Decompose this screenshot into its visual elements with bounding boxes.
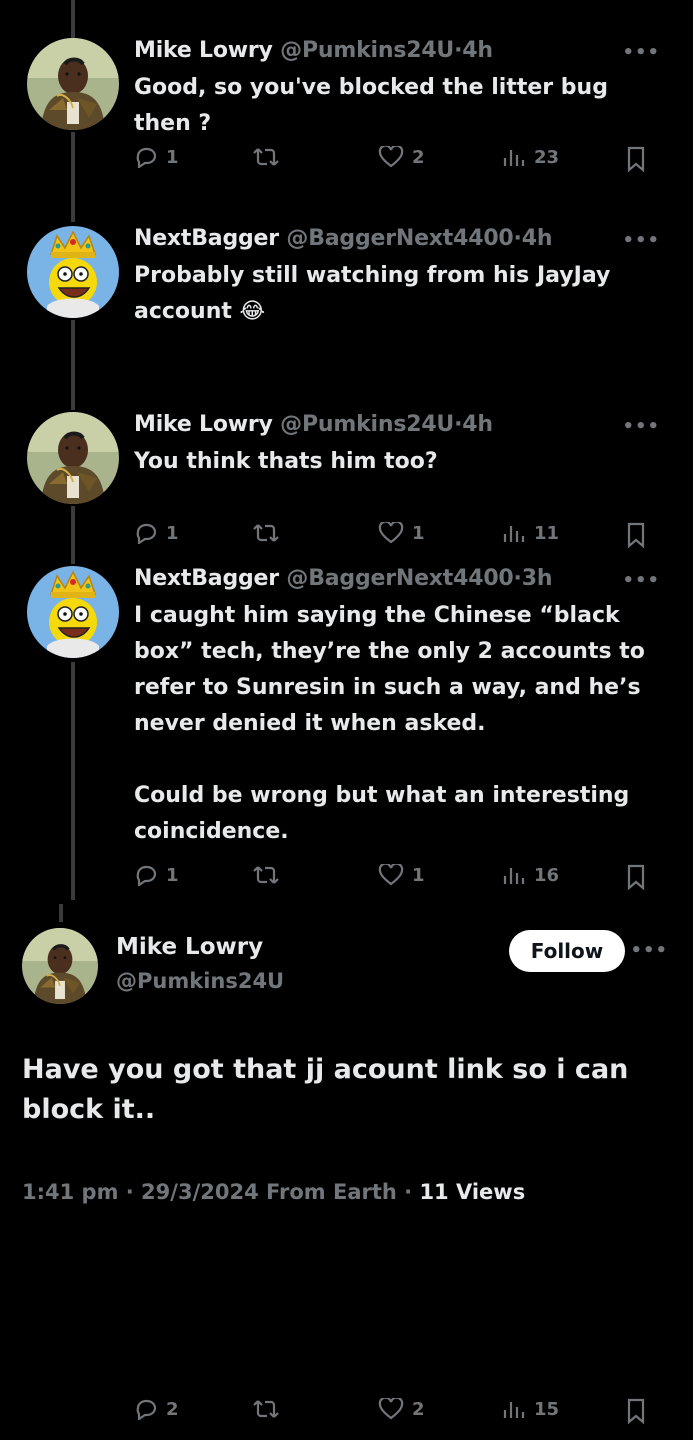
reply-button[interactable]: 1 [134,146,179,168]
author-name[interactable]: Mike Lowry [116,934,263,960]
like-button[interactable]: 2 [378,1398,425,1420]
author-name[interactable]: Mike Lowry [134,412,273,437]
like-button[interactable]: 2 [378,146,425,168]
reply-icon [134,146,158,168]
retweet-icon [252,1398,280,1420]
timestamp[interactable]: 4h [462,412,493,437]
views-icon [502,1398,526,1420]
reply-button[interactable]: 2 [134,1398,179,1420]
more-icon[interactable]: ••• [622,42,660,63]
tweet-text: Probably still watching from his JayJay … [134,263,619,324]
reply-count: 1 [166,146,179,168]
author-handle[interactable]: @Pumkins24U [280,412,454,437]
timestamp-source: 1:41 pm · 29/3/2024 From Earth · [22,1180,420,1204]
bookmark-button[interactable] [626,1398,646,1424]
timestamp[interactable]: 4h [462,38,493,63]
views-icon [502,146,526,168]
tweet-text: Have you got that jj acount link so i ca… [22,1054,629,1125]
retweet-icon [252,146,280,168]
bookmark-icon [626,1398,646,1424]
tweet-text: I caught him saying the Chinese “black b… [134,603,645,844]
views-button[interactable]: 23 [502,146,560,168]
bookmark-button[interactable] [626,146,646,172]
like-count: 2 [412,146,425,168]
more-icon[interactable]: ••• [630,940,668,961]
views-button[interactable]: 15 [502,1398,560,1420]
reply-tweet[interactable]: Mike Lowry @Pumkins24U·4h ••• Good, so y… [0,38,693,188]
tweet-header: NextBagger @BaggerNext4400·3h [134,566,552,591]
tweet-meta: 1:41 pm · 29/3/2024 From Earth · 11 View… [22,1180,525,1204]
author-handle[interactable]: @BaggerNext4400 [286,566,513,591]
separator: · [513,566,522,591]
more-icon[interactable]: ••• [622,230,660,251]
author-name[interactable]: Mike Lowry [134,38,273,63]
view-count[interactable]: 11 Views [419,1180,525,1204]
action-bar: 1 2 23 [134,146,654,184]
retweet-button[interactable] [252,1400,288,1420]
timestamp[interactable]: 4h [522,226,553,251]
separator: · [513,226,522,251]
more-icon[interactable]: ••• [622,416,660,437]
view-count: 23 [534,146,560,168]
reply-icon [134,1398,158,1420]
avatar[interactable] [22,928,98,1004]
retweet-button[interactable] [252,148,288,168]
tweet-header: Mike Lowry @Pumkins24U·4h [134,38,493,63]
view-count: 15 [534,1398,560,1420]
more-icon[interactable]: ••• [622,570,660,591]
author-handle[interactable]: @Pumkins24U [280,38,454,63]
tweet-header: Mike Lowry @Pumkins24U·4h [134,412,493,437]
reply-tweet[interactable]: NextBagger @BaggerNext4400·3h ••• I caug… [0,566,693,1440]
tweet-text: Good, so you've blocked the litter bug t… [134,75,616,136]
timestamp[interactable]: 3h [522,566,553,591]
follow-button[interactable]: Follow [509,930,625,972]
action-bar: 2 2 15 [134,1398,654,1436]
tweet-text: You think thats him too? [134,449,438,474]
like-icon [378,1398,404,1420]
like-icon [378,146,404,168]
author-handle[interactable]: @BaggerNext4400 [286,226,513,251]
reply-count: 2 [166,1398,179,1420]
like-count: 2 [412,1398,425,1420]
avatar[interactable] [27,38,119,130]
bookmark-icon [626,146,646,172]
avatar[interactable] [27,226,119,318]
author-name[interactable]: NextBagger [134,226,279,251]
author-name[interactable]: NextBagger [134,566,279,591]
author-handle[interactable]: @Pumkins24U [116,969,284,993]
avatar[interactable] [27,566,119,658]
avatar[interactable] [27,412,119,504]
tweet-header: NextBagger @BaggerNext4400·4h [134,226,552,251]
thread-line [71,0,75,40]
